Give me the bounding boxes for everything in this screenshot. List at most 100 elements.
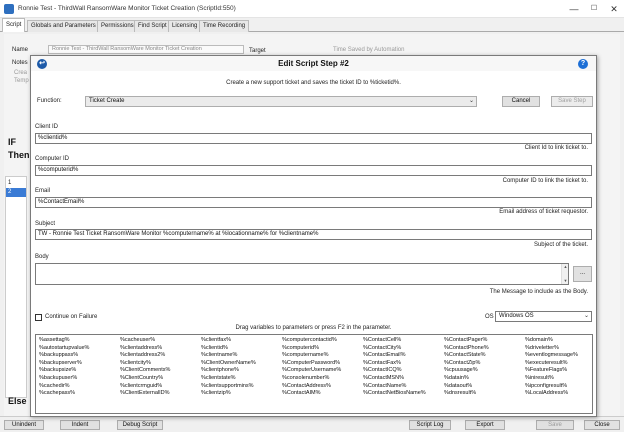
tab-permissions[interactable]: Permissions (97, 20, 138, 32)
help-icon[interactable]: ? (578, 59, 588, 69)
body-ellipsis-button[interactable]: ... (573, 266, 592, 282)
step-row-selected[interactable]: 2 (6, 188, 26, 197)
close-window-button[interactable]: ✕ (604, 0, 624, 18)
body-scrollbar[interactable]: ▲ ▼ (561, 264, 568, 284)
variable-item[interactable]: %clientaddress2% (120, 352, 170, 360)
scroll-up-icon[interactable]: ▲ (562, 264, 569, 270)
variable-item[interactable]: %ContactAddress% (282, 383, 341, 391)
variable-item[interactable]: %iniresult% (525, 375, 578, 383)
maximize-button[interactable]: ☐ (584, 0, 604, 18)
variable-item[interactable]: %ComputerUsername% (282, 367, 341, 375)
variable-item[interactable]: %ContactEmail% (363, 352, 426, 360)
variable-item[interactable]: %clientstate% (201, 375, 256, 383)
continue-on-failure-checkbox[interactable] (35, 314, 42, 321)
save-button[interactable]: Save (536, 420, 574, 430)
variables-column: %computercontactid% %computerid% %comput… (282, 337, 341, 398)
variable-item[interactable]: %clientzip% (201, 390, 256, 398)
client-id-input[interactable]: %clientid% (35, 133, 592, 144)
subject-input[interactable]: TW - Ronnie Test Ticket RansomWare Monit… (35, 229, 592, 240)
variable-item[interactable]: %consolenumber% (282, 375, 341, 383)
variable-item[interactable]: %backuppass% (39, 352, 89, 360)
variable-item[interactable]: %clientphone% (201, 367, 256, 375)
variable-item[interactable]: %computercontactid% (282, 337, 341, 345)
app-icon (4, 4, 14, 14)
chevron-down-icon: ⌄ (583, 313, 589, 319)
cancel-button[interactable]: Cancel (502, 96, 540, 107)
variable-item[interactable]: %cacheuser% (120, 337, 170, 345)
script-log-button[interactable]: Script Log (409, 420, 451, 430)
variable-item[interactable]: %cachedir% (39, 383, 89, 391)
variable-item[interactable]: %eventlogmessage% (525, 352, 578, 360)
variable-item[interactable]: %ContactPhone% (444, 345, 489, 353)
else-section-label: Else (8, 396, 27, 406)
variable-item[interactable]: %clientcity% (120, 360, 170, 368)
variable-item[interactable]: %backupuser% (39, 375, 89, 383)
variable-item[interactable]: %ContactICQ% (363, 367, 426, 375)
variable-item[interactable]: %driveletter% (525, 345, 578, 353)
email-hint: Email address of ticket requestor. (499, 209, 588, 215)
variable-item[interactable]: %dataout% (444, 383, 489, 391)
variable-item[interactable]: %ContactName% (363, 383, 426, 391)
body-textarea[interactable]: ▲ ▼ (35, 263, 569, 285)
step-row[interactable]: 1 (6, 179, 26, 188)
minimize-button[interactable]: — (564, 0, 584, 18)
variable-item[interactable]: %LocalAddress% (525, 390, 578, 398)
os-select[interactable]: Windows OS ⌄ (495, 311, 592, 322)
variable-item[interactable]: %ClientExternalID% (120, 390, 170, 398)
variable-item[interactable]: %executeresult% (525, 360, 578, 368)
tab-globals-and-parameters[interactable]: Globals and Parameters (27, 20, 100, 32)
variables-list[interactable]: %assettag% %autostartupvalue% %backuppas… (35, 334, 593, 414)
unindent-button[interactable]: Unindent (4, 420, 44, 430)
variable-item[interactable]: %ContactZip% (444, 360, 489, 368)
variable-item[interactable]: %computername% (282, 352, 341, 360)
variable-item[interactable]: %clientcrmguid% (120, 383, 170, 391)
variable-item[interactable]: %ClientComments% (120, 367, 170, 375)
indent-button[interactable]: Indent (60, 420, 100, 430)
save-step-button[interactable]: Save Step (551, 96, 593, 107)
variable-item[interactable]: %computerid% (282, 345, 341, 353)
tab-find-script[interactable]: Find Script (134, 20, 171, 32)
variable-item[interactable]: %ComputerPassword% (282, 360, 341, 368)
variable-item[interactable]: %ContactNetBiosName% (363, 390, 426, 398)
variable-item[interactable]: %ContactCity% (363, 345, 426, 353)
variable-item[interactable]: %assettag% (39, 337, 89, 345)
variable-item[interactable]: %dnsresult% (444, 390, 489, 398)
variable-item[interactable]: %datain% (444, 375, 489, 383)
scroll-down-icon[interactable]: ▼ (562, 278, 569, 284)
debug-script-button[interactable]: Debug Script (117, 420, 163, 430)
email-input[interactable]: %ContactEmail% (35, 197, 592, 208)
variable-item[interactable]: %clientaddress% (120, 345, 170, 353)
client-id-hint: Client Id to link ticket to. (524, 145, 588, 151)
variable-item[interactable]: %clientid% (201, 345, 256, 353)
variable-item[interactable]: %ClientCountry% (120, 375, 170, 383)
variable-item[interactable]: %clientsupportmins% (201, 383, 256, 391)
variable-item[interactable]: %ContactCell% (363, 337, 426, 345)
then-steps-list[interactable]: 1 2 (5, 176, 27, 398)
export-button[interactable]: Export (465, 420, 505, 430)
computer-id-input[interactable]: %computerid% (35, 165, 592, 176)
tab-licensing[interactable]: Licensing (168, 20, 202, 32)
variable-item[interactable]: %cachepass% (39, 390, 89, 398)
variable-item[interactable]: %FeatureFlags% (525, 367, 578, 375)
variable-item[interactable]: %ContactPager% (444, 337, 489, 345)
variable-item[interactable]: %autostartupvalue% (39, 345, 89, 353)
tab-time-recording[interactable]: Time Recording (199, 20, 250, 32)
variable-item[interactable]: %ContactFax% (363, 360, 426, 368)
tab-script[interactable]: Script (2, 18, 26, 32)
variable-item[interactable]: %clientname% (201, 352, 256, 360)
variable-item[interactable]: %backupsize% (39, 367, 89, 375)
if-section-label: IF (8, 137, 16, 147)
close-button[interactable]: Close (584, 420, 620, 430)
variable-item[interactable]: %ContactAIM% (282, 390, 341, 398)
variable-item[interactable]: %ContactMSN% (363, 375, 426, 383)
function-select[interactable]: Ticket Create ⌄ (85, 96, 477, 107)
variable-item[interactable]: %backupserver% (39, 360, 89, 368)
variable-item[interactable]: %cpuusage% (444, 367, 489, 375)
variable-item[interactable]: %clientfax% (201, 337, 256, 345)
variable-item[interactable]: %ipconfigresult% (525, 383, 578, 391)
script-name-input[interactable]: Ronnie Test - ThirdWall RansomWare Monit… (48, 45, 244, 54)
name-label: Name (12, 47, 29, 53)
variable-item[interactable]: %ClientOwnerName% (201, 360, 256, 368)
variable-item[interactable]: %ContactState% (444, 352, 489, 360)
variable-item[interactable]: %domain% (525, 337, 578, 345)
